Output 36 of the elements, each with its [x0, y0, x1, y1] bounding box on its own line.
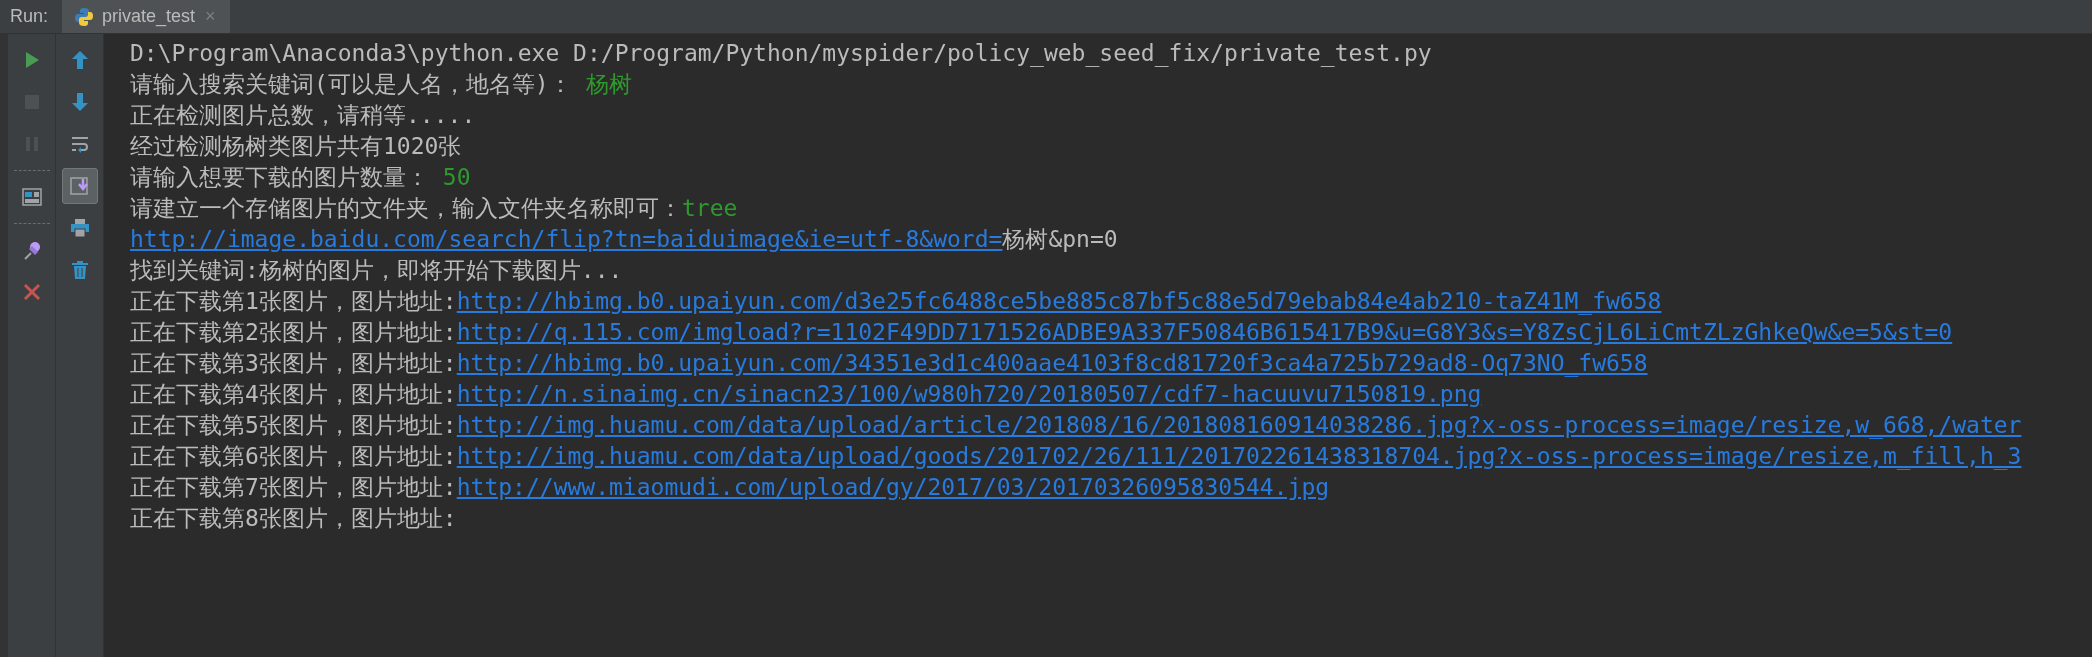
user-input-text: 50	[442, 164, 471, 190]
print-icon	[68, 217, 91, 239]
url-link[interactable]: http://n.sinaimg.cn/sinacn23/100/w980h720/20180507/cdf7-hacuuvu7150819.png	[456, 381, 1482, 407]
console-output-text: 正在检测图片总数，请稍等.....	[130, 102, 476, 128]
url-link[interactable]: http://www.miaomudi.com/upload/gy/2017/03/20170326095830544.jpg	[456, 474, 1330, 500]
url-link[interactable]: http://hbimg.b0.upaiyun.com/34351e3d1c400aae4103f8cd81720f3ca4a725b729ad8-Oq73NO_fw658	[456, 350, 1648, 376]
console-output-text: 正在下载第1张图片，图片地址:	[130, 288, 457, 314]
console-output-text: 正在下载第6张图片，图片地址:	[130, 443, 457, 469]
close-tab-button[interactable]: ×	[203, 3, 218, 30]
console-output-text: 正在下载第3张图片，图片地址:	[130, 350, 457, 376]
console-output-text: 正在下载第4张图片，图片地址:	[130, 381, 457, 407]
console-output-text: 请输入搜索关键词(可以是人名，地名等)：	[130, 71, 573, 97]
user-input-text: 杨树	[585, 71, 632, 97]
url-link[interactable]: http://img.huamu.com/data/upload/article/201808/16/201808160914038286.jpg?x-oss-process=image/resize,w_668,/water	[456, 412, 2022, 438]
run-label: Run:	[10, 5, 50, 28]
console-output-text: 找到关键词:杨树的图片，即将开始下载图片...	[130, 257, 623, 283]
console-output-text: 正在下载第8张图片，图片地址:	[130, 505, 457, 531]
url-link[interactable]: http://img.huamu.com/data/upload/goods/201702/26/111/201702261438318704.jpg?x-oss-process=image/resize,m_fill,h_3	[456, 443, 2022, 469]
console-output-text: 经过检测杨树类图片共有1020张	[130, 133, 462, 159]
console-output-text: 正在下载第2张图片，图片地址:	[130, 319, 457, 345]
console-output-text: 正在下载第5张图片，图片地址:	[130, 412, 457, 438]
console-output-text: 正在下载第7张图片，图片地址:	[130, 474, 457, 500]
layout-icon	[20, 186, 43, 208]
console-output-text: 请建立一个存储图片的文件夹，输入文件夹名称即可：	[130, 195, 682, 221]
console-output-text: 杨树&pn=0	[1002, 226, 1118, 252]
console-output-text: 请输入想要下载的图片数量：	[130, 164, 430, 190]
scroll-to-end-button[interactable]	[61, 168, 98, 204]
tab-label: private_test	[102, 5, 196, 29]
run-tab[interactable]: private_test ×	[62, 0, 230, 33]
user-input-text: tree	[682, 195, 738, 221]
url-link[interactable]: http://hbimg.b0.upaiyun.com/d3e25fc6488ce5be885c87bf5c88e5d79ebab84e4ab210-taZ41M_fw658	[456, 288, 1662, 314]
url-link[interactable]: http://image.baidu.com/search/flip?tn=baiduimage&ie=utf-8&word=	[130, 226, 1003, 252]
python-icon	[74, 6, 95, 27]
console-output-text: D:\Program\Anaconda3\python.exe D:/Program/Python/myspider/policy_web_seed_fix/private_test.py	[130, 40, 1432, 66]
scroll-to-end-icon	[68, 175, 91, 197]
url-link[interactable]: http://q.115.com/imgload?r=1102F49DD7171526ADBE9A337F50846B615417B9&u=G8Y3&s=Y8ZsCjL6LiCmtZLzGhkeQw&e=5&st=0	[456, 319, 1953, 345]
